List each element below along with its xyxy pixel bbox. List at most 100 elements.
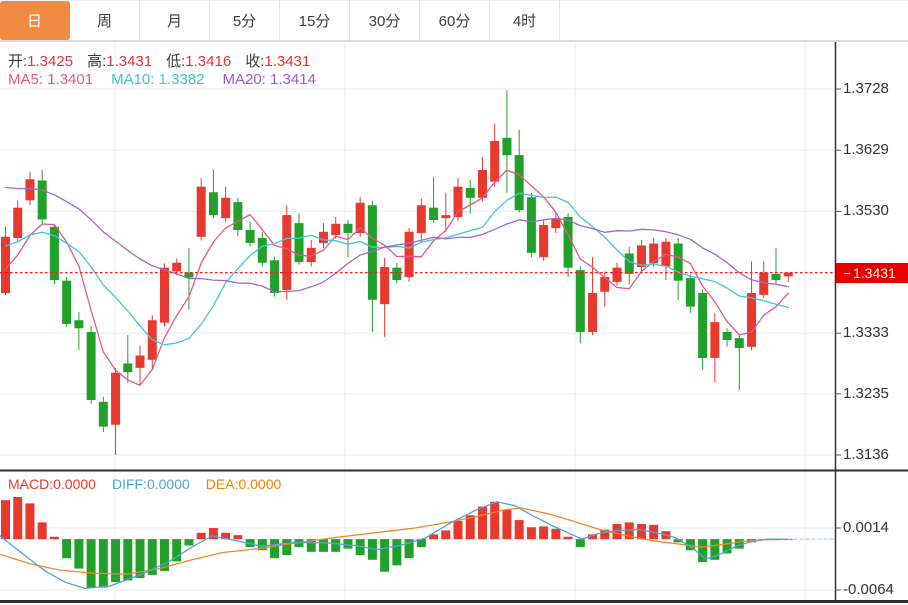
macd-bar: [392, 539, 401, 565]
candle-down: [625, 253, 634, 273]
period-tab-bar: 日周月5分15分30分60分4时: [0, 0, 908, 41]
candle-down: [246, 230, 255, 243]
candle-up: [551, 218, 560, 228]
candle-down: [38, 181, 47, 220]
main-axis-label: 1.3235: [843, 385, 905, 402]
macd-bar: [478, 507, 487, 540]
macd-legend: MACD:0.0000DIFF:0.0000DEA:0.0000: [8, 476, 281, 492]
candle-down: [515, 155, 524, 210]
candle-down: [87, 332, 96, 400]
candle-down: [74, 320, 83, 328]
kline-chart-app: 日周月5分15分30分60分4时 开:1.3425高:1.3431低:1.341…: [0, 0, 908, 605]
macd-bar: [13, 497, 22, 539]
candle-down: [674, 244, 683, 281]
macd-bar: [99, 539, 108, 587]
candle-up: [172, 263, 181, 272]
macd-bar: [380, 539, 389, 572]
ma20-readout: MA20: 1.3414: [223, 71, 316, 88]
macd-bar: [111, 539, 120, 582]
tab-日-active[interactable]: 日: [0, 1, 70, 40]
tab-60分[interactable]: 60分: [420, 1, 490, 40]
candle-down: [429, 208, 438, 220]
tab-30分[interactable]: 30分: [350, 1, 420, 40]
macd-bar: [551, 529, 560, 539]
candle-up: [25, 179, 34, 200]
main-axis-label: 1.3728: [843, 80, 905, 97]
ma10-readout: MA10: 1.3382: [111, 71, 204, 88]
candle-up: [710, 322, 719, 358]
close-value: 1.3431: [264, 53, 310, 70]
candle-up: [13, 208, 22, 238]
main-axis-label: 1.3136: [843, 446, 905, 463]
candle-up: [221, 198, 230, 218]
candle-down: [698, 293, 707, 358]
macd-bar: [331, 539, 340, 552]
open-label: 开:: [8, 53, 27, 70]
macd-axis-label: 0.0014: [843, 519, 905, 536]
candle-up: [441, 215, 450, 218]
candle-down: [771, 274, 780, 280]
open-value: 1.3425: [27, 53, 73, 70]
main-axis-label: 1.3530: [843, 202, 905, 219]
candle-down: [270, 260, 279, 293]
candle-up: [282, 215, 291, 290]
macd-bar: [38, 522, 47, 539]
candle-up: [417, 205, 426, 233]
macd-bar: [197, 533, 206, 539]
candle-down: [576, 270, 585, 332]
candle-down: [233, 202, 242, 230]
dea-readout: DEA:0.0000: [206, 476, 282, 492]
close-label: 收:: [245, 53, 264, 70]
tab-4时[interactable]: 4时: [490, 1, 560, 40]
macd-bar: [62, 539, 71, 558]
tab-5分[interactable]: 5分: [210, 1, 280, 40]
candle-down: [527, 197, 536, 253]
candle-up: [197, 187, 206, 237]
low-label: 低:: [166, 53, 185, 70]
candle-down: [343, 224, 352, 233]
candle-down: [392, 268, 401, 280]
macd-bar: [637, 524, 646, 539]
candle-down: [686, 278, 695, 306]
tab-周[interactable]: 周: [70, 1, 140, 40]
candle-down: [466, 188, 475, 198]
ma-legend: MA5: 1.3401 MA10: 1.3382 MA20: 1.3414: [8, 71, 316, 88]
macd-bar: [282, 539, 291, 555]
tab-月[interactable]: 月: [140, 1, 210, 40]
candle-up: [539, 225, 548, 257]
tab-15分[interactable]: 15分: [280, 1, 350, 40]
diff-readout: DIFF:0.0000: [112, 476, 190, 492]
macd-bar: [502, 510, 511, 539]
candle-up: [490, 141, 499, 182]
price-tag-tick-icon: [844, 273, 850, 274]
candle-down: [723, 332, 732, 340]
current-price-tag: 1.3431: [836, 263, 908, 283]
ohlc-readout: 开:1.3425高:1.3431低:1.3416收:1.3431: [8, 50, 324, 71]
candle-down: [62, 281, 71, 324]
candle-up: [588, 293, 597, 332]
macd-axis-label: -0.0064: [843, 581, 905, 598]
macd-bar: [50, 537, 59, 539]
candle-down: [99, 402, 108, 427]
macd-bar: [233, 535, 242, 539]
candle-down: [258, 238, 267, 263]
macd-bar: [564, 537, 573, 539]
ma5-readout: MA5: 1.3401: [8, 71, 93, 88]
candle-down: [735, 338, 744, 348]
main-axis-label: 1.3629: [843, 141, 905, 158]
macd-bar: [490, 502, 499, 539]
macd-bar: [25, 503, 34, 539]
candle-up: [160, 268, 169, 323]
candle-down: [209, 192, 218, 215]
macd-bar: [539, 526, 548, 539]
chart-canvas[interactable]: [0, 0, 908, 605]
high-label: 高:: [87, 53, 106, 70]
current-price-value: 1.3431: [853, 265, 896, 281]
low-value: 1.3416: [185, 53, 231, 70]
high-value: 1.3431: [106, 53, 152, 70]
macd-bar: [319, 539, 328, 552]
candle-up: [747, 293, 756, 347]
macd-bar: [441, 530, 450, 539]
macd-bar: [184, 539, 193, 545]
macd-bar: [527, 527, 536, 539]
